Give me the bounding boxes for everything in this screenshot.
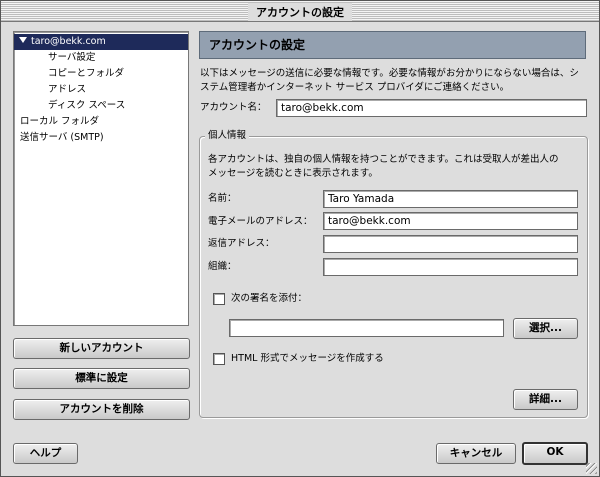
identity-desc-line2: メッセージを読むときに表示されます。 [208,168,378,179]
tree-item-disk-space[interactable]: ディスク スペース [48,98,125,114]
cancel-button[interactable]: キャンセル [436,443,516,464]
account-name-label: アカウント名： [200,102,267,113]
tree-item-account[interactable]: taro@bekk.com [14,34,188,50]
help-button[interactable]: ヘルプ [13,443,78,464]
account-name-field[interactable]: taro@bekk.com [276,99,587,117]
identity-desc-line1: 各アカウントは、独自の個人情報を持つことができます。これは受取人が差出人の [208,154,559,165]
account-tree[interactable]: taro@bekk.com サーバ設定 コピーとフォルダ アドレス ディスク ス… [13,31,189,326]
email-field[interactable]: taro@bekk.com [323,212,578,230]
identity-group-label: 個人情報 [205,129,250,143]
email-label: 電子メールのアドレス： [208,216,313,227]
choose-signature-button[interactable]: 選択... [513,318,578,339]
title-bar[interactable]: アカウントの設定 [1,1,599,22]
name-label: 名前： [208,193,237,204]
delete-account-button[interactable]: アカウントを削除 [13,399,190,420]
set-default-button[interactable]: 標準に設定 [13,368,190,389]
account-settings-window: アカウントの設定 taro@bekk.com サーバ設定 コピーとフォルダ アド… [0,0,600,477]
intro-text-line1: 以下はメッセージの送信に必要な情報です。必要な情報がお分かりにならない場合は、シ [200,68,579,79]
reply-to-label: 返信アドレス： [208,238,275,249]
signature-path-field[interactable] [229,319,504,337]
reply-to-field[interactable] [323,235,578,253]
organization-label: 組織： [208,261,237,272]
tree-item-smtp-server[interactable]: 送信サーバ (SMTP) [20,130,104,146]
html-compose-checkbox[interactable] [213,353,225,365]
tree-item-server-settings[interactable]: サーバ設定 [48,50,95,66]
tree-item-account-label: taro@bekk.com [31,36,106,47]
html-compose-label: HTML 形式でメッセージを作成する [231,353,384,364]
tree-item-local-folders[interactable]: ローカル フォルダ [20,114,99,130]
ok-button[interactable]: OK [522,442,588,465]
panel-title: アカウントの設定 [199,31,586,59]
name-field[interactable]: Taro Yamada [323,190,578,208]
disclosure-triangle-icon[interactable] [19,37,27,43]
advanced-button[interactable]: 詳細... [513,389,578,410]
attach-signature-label: 次の署名を添付： [231,293,308,304]
window-title: アカウントの設定 [248,3,352,21]
organization-field[interactable] [323,258,578,276]
resize-grip-icon[interactable] [586,463,597,474]
tree-item-copies-folders[interactable]: コピーとフォルダ [48,66,124,82]
intro-text-line2: ステム管理者かインターネット サービス プロバイダにご連絡ください。 [200,82,510,93]
new-account-button[interactable]: 新しいアカウント [13,338,190,359]
attach-signature-checkbox[interactable] [213,293,225,305]
tree-item-addressing[interactable]: アドレス [48,82,86,98]
